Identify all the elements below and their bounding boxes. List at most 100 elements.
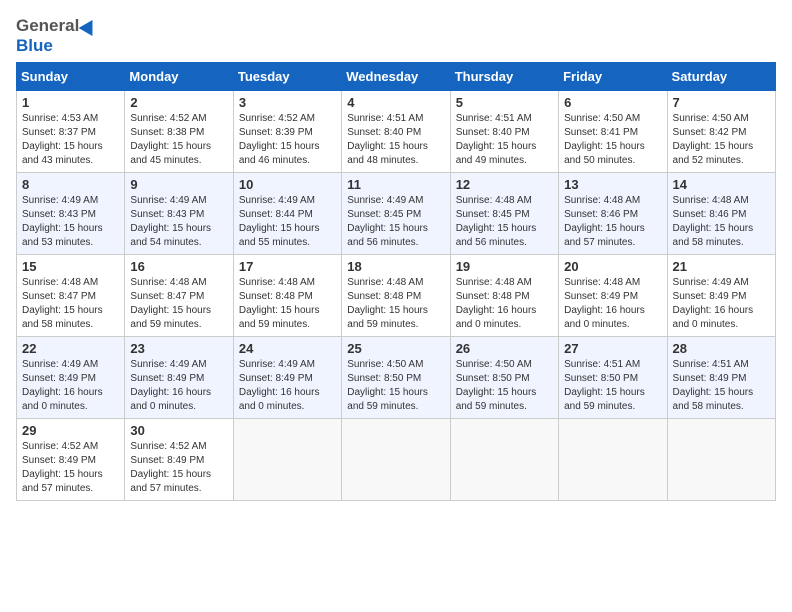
calendar-cell bbox=[342, 419, 450, 501]
logo: General Blue bbox=[16, 16, 97, 56]
calendar-header-row: SundayMondayTuesdayWednesdayThursdayFrid… bbox=[17, 63, 776, 91]
day-info: Sunrise: 4:49 AMSunset: 8:43 PMDaylight:… bbox=[22, 195, 103, 248]
day-number: 2 bbox=[130, 95, 227, 110]
calendar-cell: 5 Sunrise: 4:51 AMSunset: 8:40 PMDayligh… bbox=[450, 91, 558, 173]
calendar-table: SundayMondayTuesdayWednesdayThursdayFrid… bbox=[16, 62, 776, 501]
calendar-cell: 14 Sunrise: 4:48 AMSunset: 8:46 PMDaylig… bbox=[667, 173, 775, 255]
calendar-cell: 13 Sunrise: 4:48 AMSunset: 8:46 PMDaylig… bbox=[559, 173, 667, 255]
calendar-cell: 15 Sunrise: 4:48 AMSunset: 8:47 PMDaylig… bbox=[17, 255, 125, 337]
calendar-cell: 20 Sunrise: 4:48 AMSunset: 8:49 PMDaylig… bbox=[559, 255, 667, 337]
day-info: Sunrise: 4:48 AMSunset: 8:48 PMDaylight:… bbox=[456, 277, 537, 330]
calendar-cell: 26 Sunrise: 4:50 AMSunset: 8:50 PMDaylig… bbox=[450, 337, 558, 419]
day-number: 10 bbox=[239, 177, 336, 192]
calendar-cell: 9 Sunrise: 4:49 AMSunset: 8:43 PMDayligh… bbox=[125, 173, 233, 255]
day-number: 28 bbox=[673, 341, 770, 356]
day-info: Sunrise: 4:48 AMSunset: 8:46 PMDaylight:… bbox=[673, 195, 754, 248]
day-info: Sunrise: 4:48 AMSunset: 8:47 PMDaylight:… bbox=[130, 277, 211, 330]
day-info: Sunrise: 4:48 AMSunset: 8:48 PMDaylight:… bbox=[347, 277, 428, 330]
day-info: Sunrise: 4:50 AMSunset: 8:50 PMDaylight:… bbox=[347, 359, 428, 412]
day-number: 19 bbox=[456, 259, 553, 274]
day-info: Sunrise: 4:49 AMSunset: 8:49 PMDaylight:… bbox=[22, 359, 103, 412]
day-number: 8 bbox=[22, 177, 119, 192]
day-number: 1 bbox=[22, 95, 119, 110]
calendar-cell: 27 Sunrise: 4:51 AMSunset: 8:50 PMDaylig… bbox=[559, 337, 667, 419]
day-info: Sunrise: 4:49 AMSunset: 8:49 PMDaylight:… bbox=[673, 277, 754, 330]
calendar-cell: 10 Sunrise: 4:49 AMSunset: 8:44 PMDaylig… bbox=[233, 173, 341, 255]
weekday-header-monday: Monday bbox=[125, 63, 233, 91]
calendar-cell: 22 Sunrise: 4:49 AMSunset: 8:49 PMDaylig… bbox=[17, 337, 125, 419]
calendar-cell bbox=[233, 419, 341, 501]
calendar-cell: 11 Sunrise: 4:49 AMSunset: 8:45 PMDaylig… bbox=[342, 173, 450, 255]
day-info: Sunrise: 4:52 AMSunset: 8:49 PMDaylight:… bbox=[22, 441, 103, 494]
calendar-week-row: 1 Sunrise: 4:53 AMSunset: 8:37 PMDayligh… bbox=[17, 91, 776, 173]
day-number: 15 bbox=[22, 259, 119, 274]
day-info: Sunrise: 4:48 AMSunset: 8:46 PMDaylight:… bbox=[564, 195, 645, 248]
calendar-week-row: 15 Sunrise: 4:48 AMSunset: 8:47 PMDaylig… bbox=[17, 255, 776, 337]
weekday-header-sunday: Sunday bbox=[17, 63, 125, 91]
weekday-header-saturday: Saturday bbox=[667, 63, 775, 91]
calendar-cell bbox=[559, 419, 667, 501]
day-info: Sunrise: 4:50 AMSunset: 8:42 PMDaylight:… bbox=[673, 113, 754, 166]
day-number: 27 bbox=[564, 341, 661, 356]
calendar-cell: 18 Sunrise: 4:48 AMSunset: 8:48 PMDaylig… bbox=[342, 255, 450, 337]
day-number: 13 bbox=[564, 177, 661, 192]
day-number: 12 bbox=[456, 177, 553, 192]
day-info: Sunrise: 4:48 AMSunset: 8:48 PMDaylight:… bbox=[239, 277, 320, 330]
day-info: Sunrise: 4:53 AMSunset: 8:37 PMDaylight:… bbox=[22, 113, 103, 166]
calendar-cell: 28 Sunrise: 4:51 AMSunset: 8:49 PMDaylig… bbox=[667, 337, 775, 419]
day-number: 21 bbox=[673, 259, 770, 274]
calendar-cell: 4 Sunrise: 4:51 AMSunset: 8:40 PMDayligh… bbox=[342, 91, 450, 173]
day-info: Sunrise: 4:49 AMSunset: 8:43 PMDaylight:… bbox=[130, 195, 211, 248]
weekday-header-thursday: Thursday bbox=[450, 63, 558, 91]
day-number: 25 bbox=[347, 341, 444, 356]
calendar-cell: 29 Sunrise: 4:52 AMSunset: 8:49 PMDaylig… bbox=[17, 419, 125, 501]
day-number: 5 bbox=[456, 95, 553, 110]
calendar-cell bbox=[450, 419, 558, 501]
day-info: Sunrise: 4:52 AMSunset: 8:38 PMDaylight:… bbox=[130, 113, 211, 166]
calendar-cell: 19 Sunrise: 4:48 AMSunset: 8:48 PMDaylig… bbox=[450, 255, 558, 337]
day-info: Sunrise: 4:48 AMSunset: 8:47 PMDaylight:… bbox=[22, 277, 103, 330]
day-info: Sunrise: 4:49 AMSunset: 8:49 PMDaylight:… bbox=[239, 359, 320, 412]
day-number: 6 bbox=[564, 95, 661, 110]
day-info: Sunrise: 4:51 AMSunset: 8:40 PMDaylight:… bbox=[347, 113, 428, 166]
day-number: 23 bbox=[130, 341, 227, 356]
calendar-cell: 23 Sunrise: 4:49 AMSunset: 8:49 PMDaylig… bbox=[125, 337, 233, 419]
day-number: 9 bbox=[130, 177, 227, 192]
weekday-header-friday: Friday bbox=[559, 63, 667, 91]
logo-general-text: General bbox=[16, 16, 79, 36]
calendar-cell: 21 Sunrise: 4:49 AMSunset: 8:49 PMDaylig… bbox=[667, 255, 775, 337]
calendar-cell: 2 Sunrise: 4:52 AMSunset: 8:38 PMDayligh… bbox=[125, 91, 233, 173]
calendar-cell: 12 Sunrise: 4:48 AMSunset: 8:45 PMDaylig… bbox=[450, 173, 558, 255]
day-number: 11 bbox=[347, 177, 444, 192]
day-info: Sunrise: 4:50 AMSunset: 8:50 PMDaylight:… bbox=[456, 359, 537, 412]
day-info: Sunrise: 4:52 AMSunset: 8:39 PMDaylight:… bbox=[239, 113, 320, 166]
day-info: Sunrise: 4:48 AMSunset: 8:49 PMDaylight:… bbox=[564, 277, 645, 330]
day-info: Sunrise: 4:50 AMSunset: 8:41 PMDaylight:… bbox=[564, 113, 645, 166]
calendar-cell bbox=[667, 419, 775, 501]
calendar-cell: 24 Sunrise: 4:49 AMSunset: 8:49 PMDaylig… bbox=[233, 337, 341, 419]
logo-triangle-icon bbox=[79, 16, 100, 36]
day-info: Sunrise: 4:48 AMSunset: 8:45 PMDaylight:… bbox=[456, 195, 537, 248]
day-number: 22 bbox=[22, 341, 119, 356]
calendar-cell: 25 Sunrise: 4:50 AMSunset: 8:50 PMDaylig… bbox=[342, 337, 450, 419]
day-info: Sunrise: 4:49 AMSunset: 8:45 PMDaylight:… bbox=[347, 195, 428, 248]
calendar-cell: 8 Sunrise: 4:49 AMSunset: 8:43 PMDayligh… bbox=[17, 173, 125, 255]
calendar-week-row: 8 Sunrise: 4:49 AMSunset: 8:43 PMDayligh… bbox=[17, 173, 776, 255]
weekday-header-wednesday: Wednesday bbox=[342, 63, 450, 91]
calendar-cell: 6 Sunrise: 4:50 AMSunset: 8:41 PMDayligh… bbox=[559, 91, 667, 173]
logo-blue-text: Blue bbox=[16, 36, 53, 55]
calendar-week-row: 29 Sunrise: 4:52 AMSunset: 8:49 PMDaylig… bbox=[17, 419, 776, 501]
calendar-cell: 7 Sunrise: 4:50 AMSunset: 8:42 PMDayligh… bbox=[667, 91, 775, 173]
day-info: Sunrise: 4:52 AMSunset: 8:49 PMDaylight:… bbox=[130, 441, 211, 494]
day-number: 4 bbox=[347, 95, 444, 110]
calendar-cell: 16 Sunrise: 4:48 AMSunset: 8:47 PMDaylig… bbox=[125, 255, 233, 337]
page-header: General Blue bbox=[16, 16, 776, 56]
day-info: Sunrise: 4:51 AMSunset: 8:50 PMDaylight:… bbox=[564, 359, 645, 412]
day-info: Sunrise: 4:49 AMSunset: 8:49 PMDaylight:… bbox=[130, 359, 211, 412]
day-number: 24 bbox=[239, 341, 336, 356]
day-number: 18 bbox=[347, 259, 444, 274]
calendar-week-row: 22 Sunrise: 4:49 AMSunset: 8:49 PMDaylig… bbox=[17, 337, 776, 419]
day-number: 7 bbox=[673, 95, 770, 110]
day-number: 26 bbox=[456, 341, 553, 356]
calendar-cell: 3 Sunrise: 4:52 AMSunset: 8:39 PMDayligh… bbox=[233, 91, 341, 173]
